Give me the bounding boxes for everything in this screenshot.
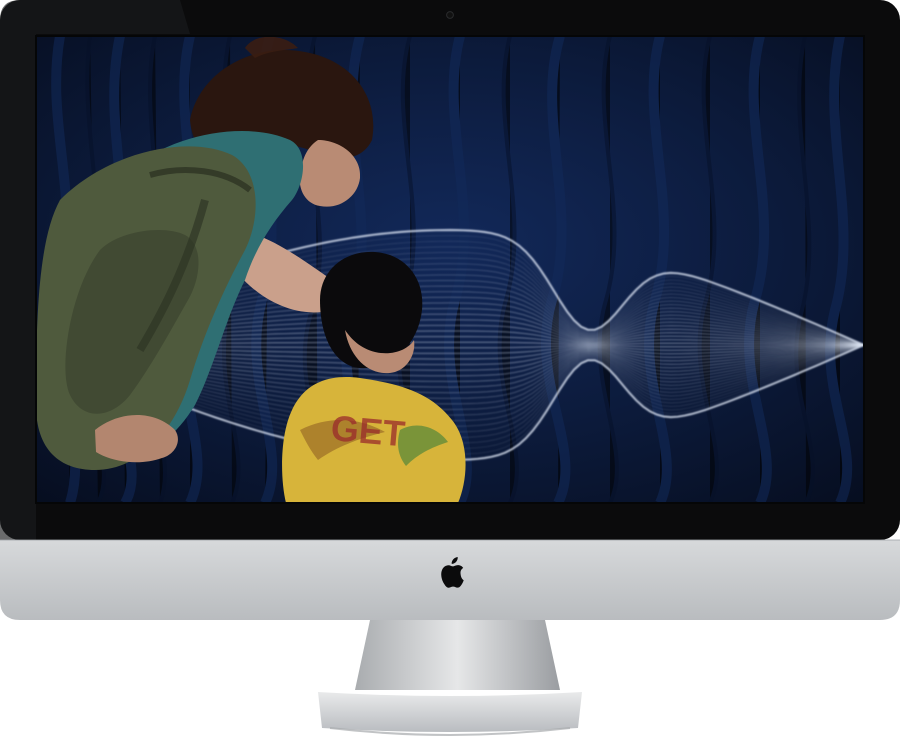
- screen-content: GET: [36, 36, 864, 503]
- stage: GET imac: [0, 0, 900, 753]
- device-type: imac: [0, 0, 1, 1]
- imac-stand: [318, 620, 582, 736]
- shirt-print-text: GET: [329, 407, 406, 454]
- imac-mockup: GET: [0, 0, 900, 736]
- camera-icon: [446, 11, 454, 19]
